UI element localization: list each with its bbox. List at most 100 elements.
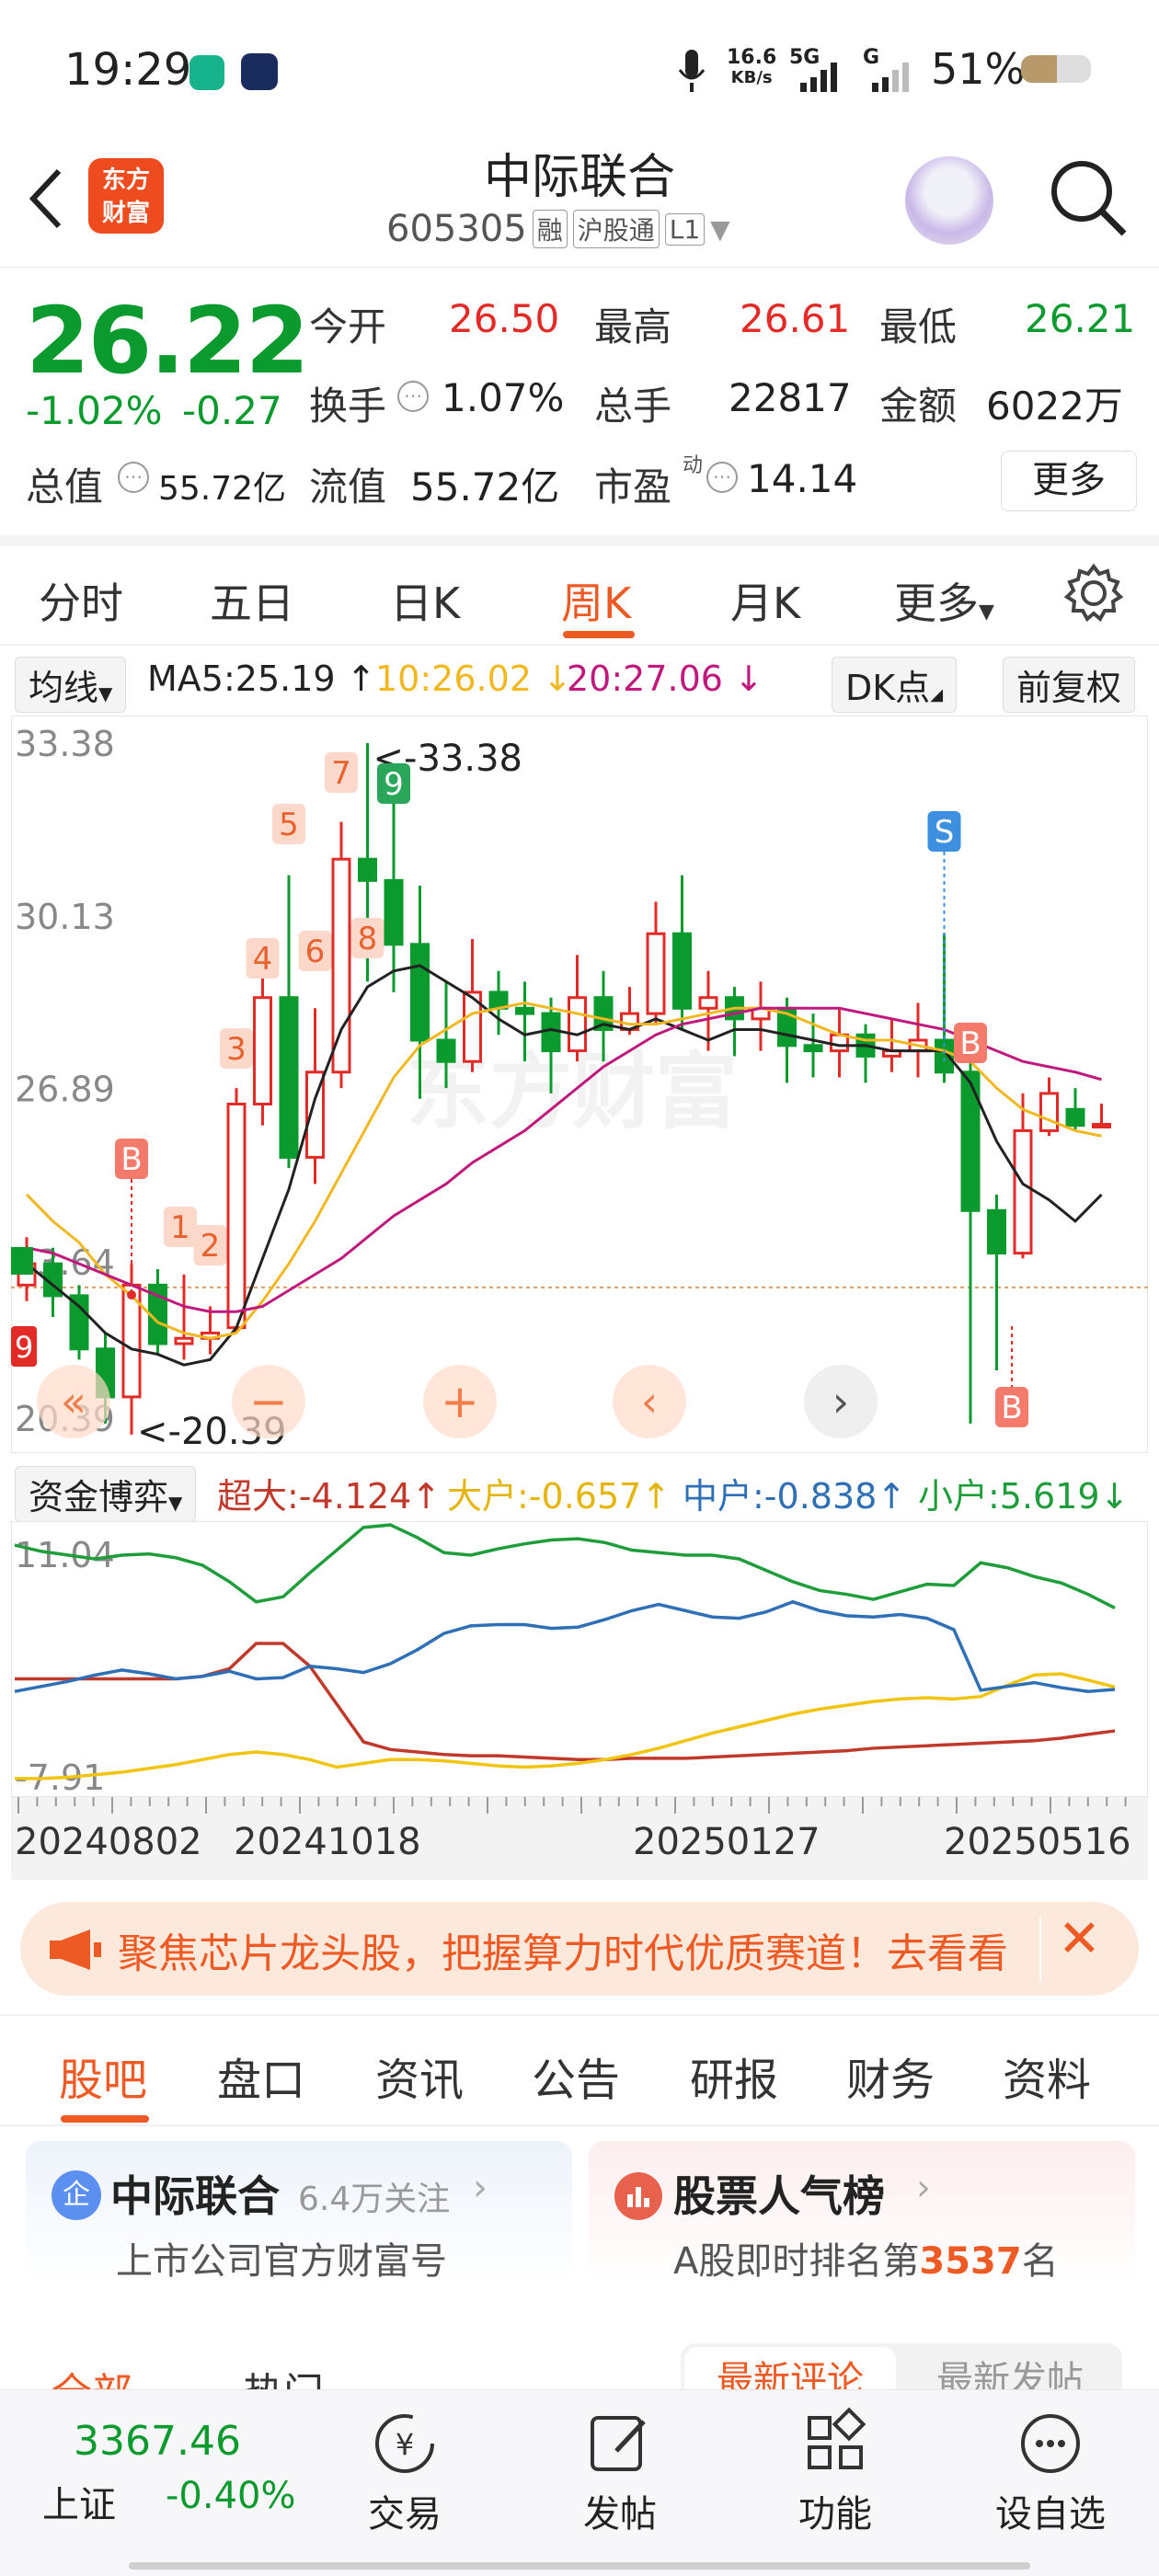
mic-icon: [678, 50, 706, 92]
close-icon[interactable]: ✕: [1058, 1909, 1101, 1969]
tab-research[interactable]: 研报: [690, 2044, 778, 2108]
price: 26.22: [26, 287, 309, 395]
watchlist-button[interactable]: 设自选: [958, 2407, 1142, 2554]
mktcap-value: 55.72亿: [158, 470, 287, 508]
rank-chart-icon: [614, 2172, 662, 2220]
home-app-icon: [189, 55, 224, 90]
watchlist-label: 设自选: [995, 2493, 1106, 2536]
candle-body: [1065, 1107, 1085, 1128]
tab-announcements[interactable]: 公告: [532, 2044, 620, 2108]
tab-pankou[interactable]: 盘口: [217, 2044, 305, 2108]
rewind-button[interactable]: «: [37, 1365, 110, 1438]
volume-label: 总手: [594, 384, 672, 429]
index-value: 3367.46: [74, 2418, 241, 2465]
index-widget[interactable]: 3367.46 上证 -0.40%: [37, 2418, 313, 2556]
change-amt: -0.27: [182, 388, 282, 433]
low-label: 最低: [879, 304, 958, 349]
flow-frame: [11, 1521, 1148, 1797]
money-flow-chart[interactable]: 11.04-7.91: [11, 1521, 1148, 1797]
zoom-in-button[interactable]: +: [423, 1365, 497, 1438]
signal-icon-2: [872, 63, 909, 92]
rank-card[interactable]: 股票人气榜 › A股即时排名第3537名: [589, 2141, 1135, 2284]
zoom-out-button[interactable]: −: [232, 1365, 305, 1438]
tab-weekly-k[interactable]: 周K: [561, 570, 631, 631]
candle-body: [1092, 1122, 1111, 1128]
next-button[interactable]: ›: [804, 1365, 878, 1438]
ma-selector[interactable]: 均线▼: [15, 657, 127, 713]
turnover-value: 1.07%: [442, 375, 565, 420]
trade-button[interactable]: ¥ 交易: [313, 2407, 497, 2554]
candle-body: [672, 932, 692, 1010]
candle-body: [1013, 1128, 1033, 1255]
svg-text:¥: ¥: [396, 2427, 414, 2462]
candle-body: [541, 1012, 561, 1053]
bottom-bar: 3367.46 上证 -0.40% ¥ 交易 发帖 功能 设自选: [0, 2389, 1159, 2576]
post-button[interactable]: 发帖: [528, 2407, 712, 2554]
y-tick-label: 26.89: [15, 1070, 115, 1110]
rank-line: A股即时排名第3537名: [673, 2240, 1059, 2283]
candle-body: [568, 996, 587, 1053]
tabs-divider: [0, 644, 1159, 646]
ma20-value: 20:27.06 ↓: [567, 658, 763, 699]
quote-panel: 26.22 -1.02% -0.27 今开 26.50 最高 26.61 最低 …: [0, 269, 1159, 535]
caret-down-icon[interactable]: ▼: [710, 214, 730, 245]
gear-icon[interactable]: [1063, 563, 1124, 624]
tab-five-day[interactable]: 五日: [210, 570, 294, 631]
float-value: 55.72亿: [410, 464, 560, 509]
turnover-label: 换手: [309, 384, 387, 429]
k-line-chart[interactable]: 东方财富33.3830.1326.8923.6420.39<-33.38<-20…: [11, 716, 1148, 1453]
candle-body: [436, 1038, 456, 1063]
td-count-3: 3: [226, 1031, 247, 1068]
low-value: 26.21: [1025, 296, 1136, 341]
tab-finance[interactable]: 财务: [846, 2044, 935, 2108]
divider: [0, 2014, 1159, 2016]
info-icon-2[interactable]: ⋯: [118, 462, 149, 493]
candle-body: [987, 1208, 1006, 1255]
divider: [0, 535, 1159, 546]
adjust-button[interactable]: 前复权: [1003, 657, 1136, 713]
y-tick-label: 30.13: [15, 897, 115, 937]
tab-more[interactable]: 更多▼: [894, 570, 994, 631]
flow-selector[interactable]: 资金博弈▼: [15, 1466, 197, 1522]
search-icon[interactable]: [1047, 156, 1130, 239]
tab-news[interactable]: 资讯: [375, 2044, 464, 2108]
function-button[interactable]: 功能: [743, 2407, 927, 2554]
divider: [0, 2124, 1159, 2126]
robot-avatar[interactable]: [905, 156, 993, 245]
ma10-value: 10:26.02 ↓: [375, 658, 572, 699]
tab-guba[interactable]: 股吧: [59, 2044, 147, 2108]
prev-button[interactable]: ‹: [613, 1365, 686, 1438]
function-label: 功能: [798, 2493, 872, 2536]
candle-body: [698, 996, 718, 1010]
company-card[interactable]: 企 中际联合 6.4万关注 › 上市公司官方财富号: [26, 2141, 572, 2284]
grid-icon: [808, 2407, 866, 2469]
tab-daily-k[interactable]: 日K: [390, 570, 460, 631]
change-pct: -1.02%: [26, 388, 163, 433]
candle-body: [1039, 1092, 1059, 1132]
candle-body: [174, 1336, 194, 1345]
net-speed: 16.6 KB/s: [727, 46, 777, 88]
stock-code: 605305: [386, 208, 527, 250]
tab-monthly-k[interactable]: 月K: [730, 570, 800, 631]
status-time: 19:29: [64, 44, 192, 96]
dk-button[interactable]: DK点◢: [832, 657, 958, 713]
amount-label: 金额: [879, 384, 958, 429]
y-tick-label: 33.38: [15, 724, 115, 764]
index-change: -0.40%: [166, 2475, 296, 2517]
info-icon-3[interactable]: ⋯: [706, 462, 738, 493]
info-icon[interactable]: ⋯: [397, 381, 429, 412]
chart-nav-buttons: « − + ‹ ›: [0, 1365, 1159, 1442]
banner-divider: [1039, 1917, 1041, 1981]
battery-text: 51%: [931, 44, 1026, 94]
more-button[interactable]: 更多: [1001, 451, 1137, 511]
x-tick-label: 20250127: [633, 1821, 820, 1863]
sell-marker: S: [935, 814, 955, 851]
megaphone-icon: [50, 1929, 101, 1970]
tab-profile[interactable]: 资料: [1003, 2044, 1091, 2108]
mktcap-label: 总值: [26, 464, 104, 509]
candle-body: [410, 943, 430, 1042]
td-count-6: 6: [305, 933, 326, 970]
tab-intraday[interactable]: 分时: [39, 570, 123, 631]
promo-banner[interactable]: 聚焦芯片龙头股，把握算力时代优质赛道！去看看 ✕: [20, 1902, 1139, 1996]
buy-marker-dot: [127, 1290, 136, 1299]
